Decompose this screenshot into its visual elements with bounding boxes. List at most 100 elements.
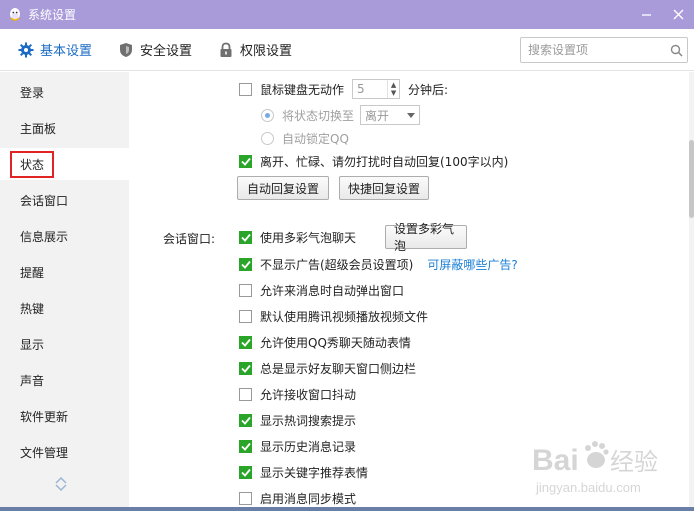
chat-option-label: 默认使用腾讯视频播放视频文件 bbox=[260, 309, 429, 324]
autoreply-row: 离开、忙碌、请勿打扰时自动回复(100字以内) bbox=[239, 150, 508, 172]
bottom-edge bbox=[0, 507, 694, 511]
sidebar-item-login[interactable]: 登录 bbox=[0, 76, 129, 108]
chat-option-checkbox[interactable] bbox=[239, 335, 252, 349]
stepper-up-icon[interactable]: ▲ bbox=[391, 81, 396, 89]
chat-option-label: 显示关键字推荐表情 bbox=[260, 465, 369, 480]
chat-option-label: 启用消息同步模式 bbox=[260, 491, 357, 506]
noads-label: 不显示广告(超级会员设置项) bbox=[260, 257, 414, 272]
search-icon[interactable] bbox=[665, 44, 687, 57]
close-icon bbox=[673, 9, 683, 20]
sidebar-item-label: 登录 bbox=[20, 85, 45, 100]
checkmark-icon bbox=[240, 260, 251, 269]
minimize-icon bbox=[641, 14, 651, 16]
sidebar-item-label: 热键 bbox=[20, 301, 45, 316]
noads-checkbox[interactable] bbox=[239, 257, 252, 271]
tab-security-settings[interactable]: 安全设置 bbox=[108, 29, 202, 71]
chat-option-checkbox[interactable] bbox=[239, 439, 252, 453]
autolock-radio[interactable] bbox=[261, 131, 274, 145]
chat-option-checkbox[interactable] bbox=[239, 309, 252, 323]
sidebar-item-hotkeys[interactable]: 热键 bbox=[0, 292, 129, 324]
watermark-brand2: 经验 bbox=[610, 448, 658, 476]
sidebar-item-label: 主面板 bbox=[20, 121, 57, 136]
sidebar-item-info-display[interactable]: 信息展示 bbox=[0, 220, 129, 252]
chat-option-checkbox[interactable] bbox=[239, 361, 252, 375]
idle-checkbox[interactable] bbox=[239, 82, 252, 96]
vertical-scrollbar[interactable] bbox=[689, 72, 694, 511]
bubble-label: 使用多彩气泡聊天 bbox=[260, 230, 357, 245]
chat-option-checkbox[interactable] bbox=[239, 465, 252, 479]
stepper-down-icon[interactable]: ▼ bbox=[391, 89, 396, 97]
chat-option-row: 默认使用腾讯视频播放视频文件 bbox=[239, 305, 428, 327]
bubble-row: 使用多彩气泡聊天 bbox=[239, 226, 356, 248]
search-input[interactable] bbox=[521, 39, 665, 61]
sidebar-item-chat-window[interactable]: 会话窗口 bbox=[0, 184, 129, 216]
chat-option-label: 显示热词搜索提示 bbox=[260, 413, 357, 428]
settings-sidebar: 登录 主面板 状态 会话窗口 信息展示 提醒 热键 显示 声音 软件更新 文件管… bbox=[0, 72, 129, 511]
chat-option-label: 总是显示好友聊天窗口侧边栏 bbox=[260, 361, 417, 376]
baidu-watermark: Bai 经验 jingyan.baidu.com bbox=[530, 430, 680, 500]
chat-option-checkbox[interactable] bbox=[239, 491, 252, 505]
chevron-down-icon bbox=[55, 484, 67, 492]
watermark-url: jingyan.baidu.com bbox=[535, 480, 641, 495]
close-button[interactable] bbox=[662, 0, 694, 29]
sidebar-item-file-management[interactable]: 文件管理 bbox=[0, 436, 129, 468]
sidebar-item-reminder[interactable]: 提醒 bbox=[0, 256, 129, 288]
shield-icon bbox=[118, 42, 134, 58]
settings-toolbar: 基本设置 安全设置 权限设置 bbox=[0, 29, 694, 71]
sidebar-item-label: 会话窗口 bbox=[20, 193, 69, 208]
sidebar-item-label: 软件更新 bbox=[20, 409, 69, 424]
search-box[interactable] bbox=[520, 37, 688, 63]
tab-permission-settings[interactable]: 权限设置 bbox=[208, 29, 302, 71]
sidebar-scroll-arrows[interactable] bbox=[55, 476, 67, 492]
switch-status-row: 将状态切换至 离开 bbox=[261, 104, 421, 126]
noads-link[interactable]: 可屏蔽哪些广告? bbox=[427, 256, 517, 273]
checkmark-icon bbox=[240, 468, 251, 477]
chat-option-row: 显示关键字推荐表情 bbox=[239, 461, 368, 483]
gear-icon bbox=[18, 42, 34, 58]
title-bar: 系统设置 bbox=[0, 0, 694, 29]
idle-suffix-label: 分钟后: bbox=[408, 82, 449, 97]
autoreply-settings-button[interactable]: 自动回复设置 bbox=[237, 176, 329, 200]
status-select[interactable]: 离开 bbox=[360, 105, 421, 125]
chat-option-label: 允许接收窗口抖动 bbox=[260, 387, 357, 402]
chat-option-row: 启用消息同步模式 bbox=[239, 487, 356, 509]
watermark-brand: Bai bbox=[532, 444, 579, 477]
switch-status-label: 将状态切换至 bbox=[282, 108, 355, 123]
bubble-settings-button[interactable]: 设置多彩气泡 bbox=[385, 222, 467, 253]
checkmark-icon bbox=[240, 416, 251, 425]
chat-option-checkbox[interactable] bbox=[239, 387, 252, 401]
quickreply-settings-button[interactable]: 快捷回复设置 bbox=[339, 176, 429, 200]
tab-basic-settings[interactable]: 基本设置 bbox=[8, 29, 102, 71]
sidebar-item-display[interactable]: 显示 bbox=[0, 328, 129, 360]
sidebar-item-label: 文件管理 bbox=[20, 445, 69, 460]
sidebar-item-main-panel[interactable]: 主面板 bbox=[0, 112, 129, 144]
paw-icon bbox=[585, 441, 609, 468]
bubble-checkbox[interactable] bbox=[239, 230, 252, 244]
sidebar-item-status[interactable]: 状态 bbox=[0, 148, 129, 180]
switch-status-radio[interactable] bbox=[261, 108, 274, 122]
tab-permission-settings-label: 权限设置 bbox=[240, 44, 293, 59]
scrollbar-thumb[interactable] bbox=[689, 140, 694, 218]
sidebar-item-software-update[interactable]: 软件更新 bbox=[0, 400, 129, 432]
autoreply-checkbox[interactable] bbox=[239, 154, 252, 168]
chevron-up-icon bbox=[55, 476, 67, 484]
qq-logo-icon bbox=[6, 6, 24, 24]
idle-minutes-stepper[interactable]: 5 ▲ ▼ bbox=[352, 79, 401, 99]
sidebar-item-sound[interactable]: 声音 bbox=[0, 364, 129, 396]
tab-security-settings-label: 安全设置 bbox=[140, 44, 193, 59]
minimize-button[interactable] bbox=[630, 0, 662, 29]
chat-option-label: 允许来消息时自动弹出窗口 bbox=[260, 283, 405, 298]
checkmark-icon bbox=[240, 364, 251, 373]
chat-option-checkbox[interactable] bbox=[239, 283, 252, 297]
idle-status-row: 鼠标键盘无动作 5 ▲ ▼ 分钟后: bbox=[239, 78, 448, 100]
autolock-row: 自动锁定QQ bbox=[261, 127, 349, 149]
status-select-value: 离开 bbox=[365, 108, 390, 123]
window-title: 系统设置 bbox=[28, 8, 77, 22]
checkmark-icon bbox=[240, 233, 251, 242]
lock-icon bbox=[218, 42, 234, 58]
chat-option-row: 允许接收窗口抖动 bbox=[239, 383, 356, 405]
chat-option-row: 显示热词搜索提示 bbox=[239, 409, 356, 431]
idle-minutes-value: 5 bbox=[357, 82, 365, 96]
chat-option-checkbox[interactable] bbox=[239, 413, 252, 427]
tab-basic-settings-label: 基本设置 bbox=[40, 44, 93, 59]
